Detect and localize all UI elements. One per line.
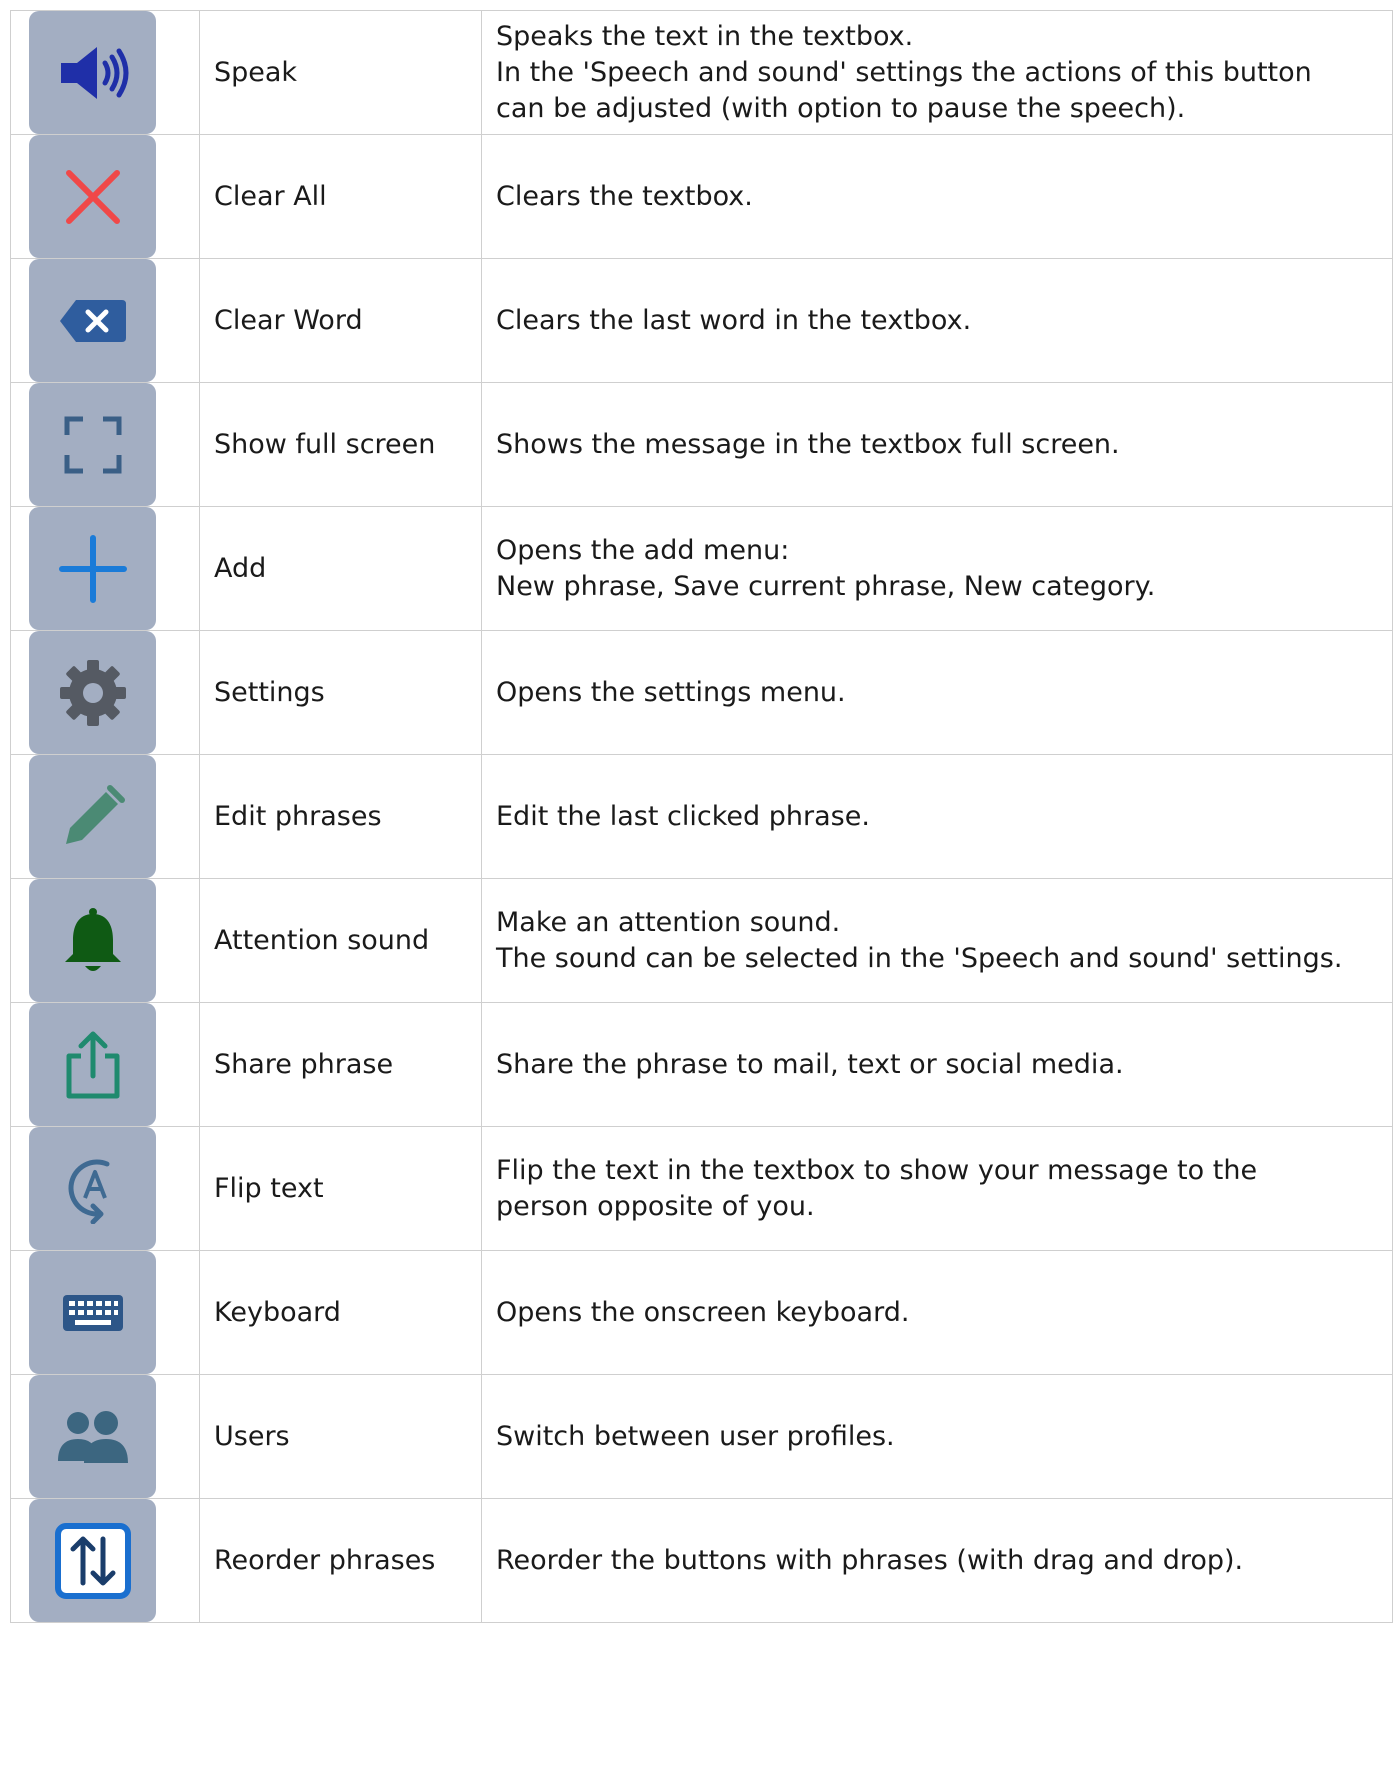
button-name: Show full screen (199, 382, 482, 507)
description-line: Shows the message in the textbox full sc… (496, 428, 1120, 460)
icon-cell (10, 10, 200, 135)
description-line: Reorder the buttons with phrases (with d… (496, 1544, 1244, 1576)
icon-cell (10, 878, 200, 1003)
users-icon (29, 1375, 156, 1498)
description-line: Opens the settings menu. (496, 676, 846, 708)
button-description: Make an attention sound. The sound can be… (481, 878, 1393, 1003)
button-reference-table: Speak Speaks the text in the textbox. In t… (10, 10, 1393, 1623)
backspace-icon (29, 259, 156, 382)
flip-text-icon (29, 1127, 156, 1250)
icon-cell (10, 134, 200, 259)
table-row: Clear All Clears the textbox. (10, 134, 1393, 259)
button-name: Speak (199, 10, 482, 135)
description-line: Speaks the text in the textbox. (496, 20, 914, 52)
description-line: Opens the onscreen keyboard. (496, 1296, 910, 1328)
bell-icon (29, 879, 156, 1002)
button-name: Flip text (199, 1126, 482, 1251)
description-line: Switch between user profiles. (496, 1420, 895, 1452)
keyboard-icon (29, 1251, 156, 1374)
icon-cell (10, 1126, 200, 1251)
button-name: Edit phrases (199, 754, 482, 879)
icon-cell (10, 754, 200, 879)
button-description: Clears the textbox. (481, 134, 1393, 259)
icon-cell (10, 630, 200, 755)
description-line: Edit the last clicked phrase. (496, 800, 870, 832)
button-description: Opens the add menu: New phrase, Save curr… (481, 506, 1393, 631)
description-line: Opens the add menu: (496, 534, 790, 566)
reorder-icon (29, 1499, 156, 1622)
button-name: Clear All (199, 134, 482, 259)
description-line: New phrase, Save current phrase, New cat… (496, 570, 1156, 602)
button-description: Switch between user profiles. (481, 1374, 1393, 1499)
button-description: Opens the onscreen keyboard. (481, 1250, 1393, 1375)
icon-cell (10, 382, 200, 507)
table-row: Users Switch between user profiles. (10, 1374, 1393, 1499)
table-row: Edit phrases Edit the last clicked phrase… (10, 754, 1393, 879)
description-line: In the 'Speech and sound' settings the a… (496, 56, 1312, 88)
icon-cell (10, 506, 200, 631)
icon-cell (10, 1002, 200, 1127)
table-row: Reorder phrases Reorder the buttons with … (10, 1498, 1393, 1623)
button-name: Clear Word (199, 258, 482, 383)
table-row: Attention sound Make an attention sound. T… (10, 878, 1393, 1003)
description-line: Flip the text in the textbox to show you… (496, 1154, 1258, 1186)
description-line: Make an attention sound. (496, 906, 841, 938)
table-row: Speak Speaks the text in the textbox. In t… (10, 10, 1393, 135)
description-line: Clears the last word in the textbox. (496, 304, 972, 336)
table-row: Share phrase Share the phrase to mail, te… (10, 1002, 1393, 1127)
table-row: Clear Word Clears the last word in the te… (10, 258, 1393, 383)
button-name: Reorder phrases (199, 1498, 482, 1623)
table-row: Keyboard Opens the onscreen keyboard. (10, 1250, 1393, 1375)
button-description: Share the phrase to mail, text or social… (481, 1002, 1393, 1127)
button-name: Users (199, 1374, 482, 1499)
gear-icon (29, 631, 156, 754)
description-line: The sound can be selected in the 'Speech… (496, 942, 1343, 974)
share-icon (29, 1003, 156, 1126)
description-line: Clears the textbox. (496, 180, 753, 212)
icon-cell (10, 1498, 200, 1623)
button-description: Reorder the buttons with phrases (with d… (481, 1498, 1393, 1623)
table-row: Settings Opens the settings menu. (10, 630, 1393, 755)
table-row: Add Opens the add menu: New phrase, Save c… (10, 506, 1393, 631)
button-description: Shows the message in the textbox full sc… (481, 382, 1393, 507)
description-line: Share the phrase to mail, text or social… (496, 1048, 1124, 1080)
button-description: Flip the text in the textbox to show you… (481, 1126, 1393, 1251)
button-description: Edit the last clicked phrase. (481, 754, 1393, 879)
button-name: Share phrase (199, 1002, 482, 1127)
close-icon (29, 135, 156, 258)
button-description: Opens the settings menu. (481, 630, 1393, 755)
table-row: Flip text Flip the text in the textbox to… (10, 1126, 1393, 1251)
fullscreen-icon (29, 383, 156, 506)
description-line: can be adjusted (with option to pause th… (496, 92, 1186, 124)
button-name: Settings (199, 630, 482, 755)
table-row: Show full screen Shows the message in the… (10, 382, 1393, 507)
button-name: Keyboard (199, 1250, 482, 1375)
icon-cell (10, 1250, 200, 1375)
icon-cell (10, 1374, 200, 1499)
speaker-icon (29, 11, 156, 134)
description-line: person opposite of you. (496, 1190, 815, 1222)
button-name: Add (199, 506, 482, 631)
icon-cell (10, 258, 200, 383)
plus-icon (29, 507, 156, 630)
button-description: Speaks the text in the textbox. In the 'S… (481, 10, 1393, 135)
button-description: Clears the last word in the textbox. (481, 258, 1393, 383)
pencil-icon (29, 755, 156, 878)
button-name: Attention sound (199, 878, 482, 1003)
